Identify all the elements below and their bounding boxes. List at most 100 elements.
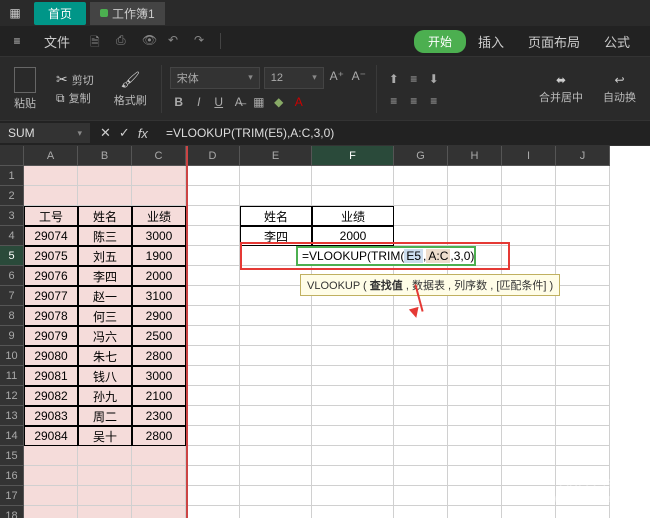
cell[interactable] — [24, 186, 78, 206]
cell[interactable] — [394, 326, 448, 346]
cell[interactable] — [78, 186, 132, 206]
cell[interactable]: 2900 — [132, 306, 186, 326]
cell[interactable] — [240, 466, 312, 486]
cell[interactable]: 孙九 — [78, 386, 132, 406]
cell[interactable] — [312, 186, 394, 206]
sheet-area[interactable]: ABCDEFGHIJ 123456789101112131415161718 工… — [0, 146, 650, 518]
cell[interactable] — [556, 166, 610, 186]
cell[interactable] — [556, 226, 610, 246]
cell[interactable]: 29078 — [24, 306, 78, 326]
menu-insert[interactable]: 插入 — [466, 32, 516, 51]
cell[interactable] — [394, 386, 448, 406]
cell[interactable] — [186, 506, 240, 518]
preview-icon[interactable]: 👁 — [142, 33, 158, 49]
cell[interactable] — [394, 466, 448, 486]
cell[interactable] — [502, 466, 556, 486]
cell[interactable]: 29080 — [24, 346, 78, 366]
cell[interactable] — [394, 406, 448, 426]
select-all-corner[interactable] — [0, 146, 24, 166]
cell[interactable] — [312, 166, 394, 186]
cell[interactable] — [502, 166, 556, 186]
row-header[interactable]: 5 — [0, 246, 24, 266]
redo-icon[interactable]: ↷ — [194, 33, 210, 49]
cell[interactable] — [240, 426, 312, 446]
row-header[interactable]: 1 — [0, 166, 24, 186]
cell[interactable] — [186, 486, 240, 506]
cell[interactable] — [186, 246, 240, 266]
cell[interactable] — [394, 366, 448, 386]
cell[interactable] — [394, 426, 448, 446]
cell[interactable] — [312, 406, 394, 426]
align-right-button[interactable]: ≡ — [425, 92, 443, 110]
cell[interactable] — [502, 366, 556, 386]
cell[interactable] — [448, 326, 502, 346]
cell[interactable] — [502, 306, 556, 326]
cell[interactable]: 3000 — [132, 226, 186, 246]
row-header[interactable]: 2 — [0, 186, 24, 206]
cell[interactable] — [556, 306, 610, 326]
cell[interactable] — [448, 166, 502, 186]
cell[interactable] — [240, 346, 312, 366]
cell[interactable] — [448, 206, 502, 226]
cell[interactable]: 29075 — [24, 246, 78, 266]
cell[interactable] — [312, 506, 394, 518]
row-header[interactable]: 12 — [0, 386, 24, 406]
underline-button[interactable]: U — [210, 93, 228, 111]
cell[interactable] — [78, 506, 132, 518]
column-header[interactable]: G — [394, 146, 448, 166]
row-header[interactable]: 15 — [0, 446, 24, 466]
cell[interactable]: 3000 — [132, 366, 186, 386]
cell[interactable]: 周二 — [78, 406, 132, 426]
cell[interactable] — [186, 306, 240, 326]
cell[interactable] — [240, 186, 312, 206]
cell-edit-overlay[interactable]: =VLOOKUP(TRIM( E5 , A:C ,3,0) — [296, 246, 476, 266]
cell[interactable] — [312, 426, 394, 446]
cell[interactable]: 29083 — [24, 406, 78, 426]
cell[interactable]: 姓名 — [240, 206, 312, 226]
cell[interactable] — [448, 306, 502, 326]
cell[interactable] — [78, 166, 132, 186]
cell[interactable] — [448, 386, 502, 406]
cell[interactable] — [502, 246, 556, 266]
row-header[interactable]: 8 — [0, 306, 24, 326]
cell[interactable]: 29082 — [24, 386, 78, 406]
cell[interactable]: 2000 — [132, 266, 186, 286]
cell[interactable] — [186, 406, 240, 426]
cell[interactable] — [78, 486, 132, 506]
cell[interactable]: 29074 — [24, 226, 78, 246]
cell[interactable] — [186, 206, 240, 226]
cell[interactable] — [312, 366, 394, 386]
cell[interactable] — [240, 406, 312, 426]
cell[interactable] — [502, 446, 556, 466]
cell[interactable] — [556, 386, 610, 406]
cell[interactable] — [240, 506, 312, 518]
cell[interactable] — [502, 326, 556, 346]
cell[interactable]: 工号 — [24, 206, 78, 226]
cell[interactable] — [240, 386, 312, 406]
cell[interactable] — [312, 446, 394, 466]
cell[interactable]: 冯六 — [78, 326, 132, 346]
row-header[interactable]: 13 — [0, 406, 24, 426]
cell[interactable]: 吴十 — [78, 426, 132, 446]
cell[interactable] — [24, 506, 78, 518]
cell[interactable] — [448, 366, 502, 386]
cell[interactable] — [556, 246, 610, 266]
decrease-font-button[interactable]: A⁻ — [350, 67, 368, 85]
cell[interactable] — [186, 266, 240, 286]
column-header[interactable]: H — [448, 146, 502, 166]
font-combo[interactable]: 宋体 ▾ — [170, 67, 260, 89]
menu-file[interactable]: 文件 — [32, 32, 82, 51]
cell[interactable]: 29079 — [24, 326, 78, 346]
column-header[interactable]: D — [186, 146, 240, 166]
cell[interactable] — [132, 466, 186, 486]
print-icon[interactable]: ⎙ — [116, 33, 132, 49]
column-header[interactable]: J — [556, 146, 610, 166]
menu-page-layout[interactable]: 页面布局 — [516, 32, 592, 51]
cell[interactable]: 3100 — [132, 286, 186, 306]
auto-wrap-button[interactable]: ↩ 自动换 — [597, 73, 642, 105]
row-header[interactable]: 11 — [0, 366, 24, 386]
cell[interactable] — [556, 266, 610, 286]
cell[interactable] — [132, 446, 186, 466]
cell[interactable] — [556, 406, 610, 426]
cell[interactable] — [186, 186, 240, 206]
